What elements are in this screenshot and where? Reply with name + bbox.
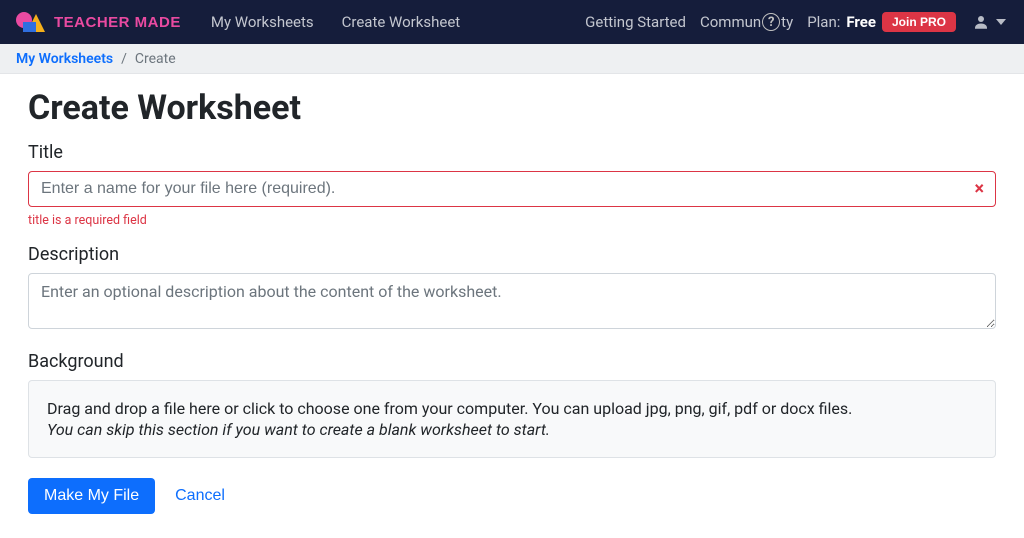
page-title: Create Worksheet [28, 88, 996, 128]
title-input[interactable] [28, 171, 996, 207]
chevron-down-icon [996, 19, 1006, 25]
cancel-button[interactable]: Cancel [175, 487, 225, 505]
nav-right: Getting Started Commun ? ty Plan: Free J… [585, 9, 1008, 35]
nav-my-worksheets[interactable]: My Worksheets [201, 5, 324, 39]
nav-community[interactable]: Commun ? ty [700, 13, 793, 31]
user-menu[interactable] [970, 9, 1008, 35]
breadcrumb-parent[interactable]: My Worksheets [16, 51, 113, 67]
title-error-message: title is a required field [28, 213, 996, 228]
background-label: Background [28, 351, 996, 372]
breadcrumb: My Worksheets / Create [0, 44, 1024, 74]
community-suffix: ty [781, 13, 793, 31]
plan-value: Free [846, 13, 876, 31]
submit-button[interactable]: Make My File [28, 478, 155, 514]
description-textarea[interactable] [28, 273, 996, 329]
nav-getting-started[interactable]: Getting Started [585, 13, 686, 31]
top-navbar: TEACHER MADE My Worksheets Create Worksh… [0, 0, 1024, 44]
breadcrumb-separator: / [121, 51, 127, 67]
title-field-wrap: × [28, 171, 996, 207]
plan-indicator: Plan: Free Join PRO [807, 12, 956, 32]
user-icon [972, 13, 990, 31]
brand-name: TEACHER MADE [54, 14, 181, 31]
dropzone-hint: You can skip this section if you want to… [47, 420, 977, 439]
form-actions: Make My File Cancel [28, 478, 996, 514]
community-prefix: Commun [700, 13, 761, 31]
background-dropzone[interactable]: Drag and drop a file here or click to ch… [28, 380, 996, 458]
breadcrumb-current: Create [135, 51, 176, 67]
dropzone-text: Drag and drop a file here or click to ch… [47, 399, 852, 418]
page-content: Create Worksheet Title × title is a requ… [0, 74, 1024, 538]
nav-create-worksheet[interactable]: Create Worksheet [332, 5, 471, 39]
question-circle-icon: ? [762, 13, 780, 31]
title-label: Title [28, 142, 996, 163]
description-label: Description [28, 244, 996, 265]
brand-logo[interactable]: TEACHER MADE [16, 10, 181, 34]
brand-icon [16, 10, 46, 34]
plan-label: Plan: [807, 13, 840, 31]
join-pro-button[interactable]: Join PRO [882, 12, 956, 32]
clear-icon[interactable]: × [974, 179, 984, 200]
